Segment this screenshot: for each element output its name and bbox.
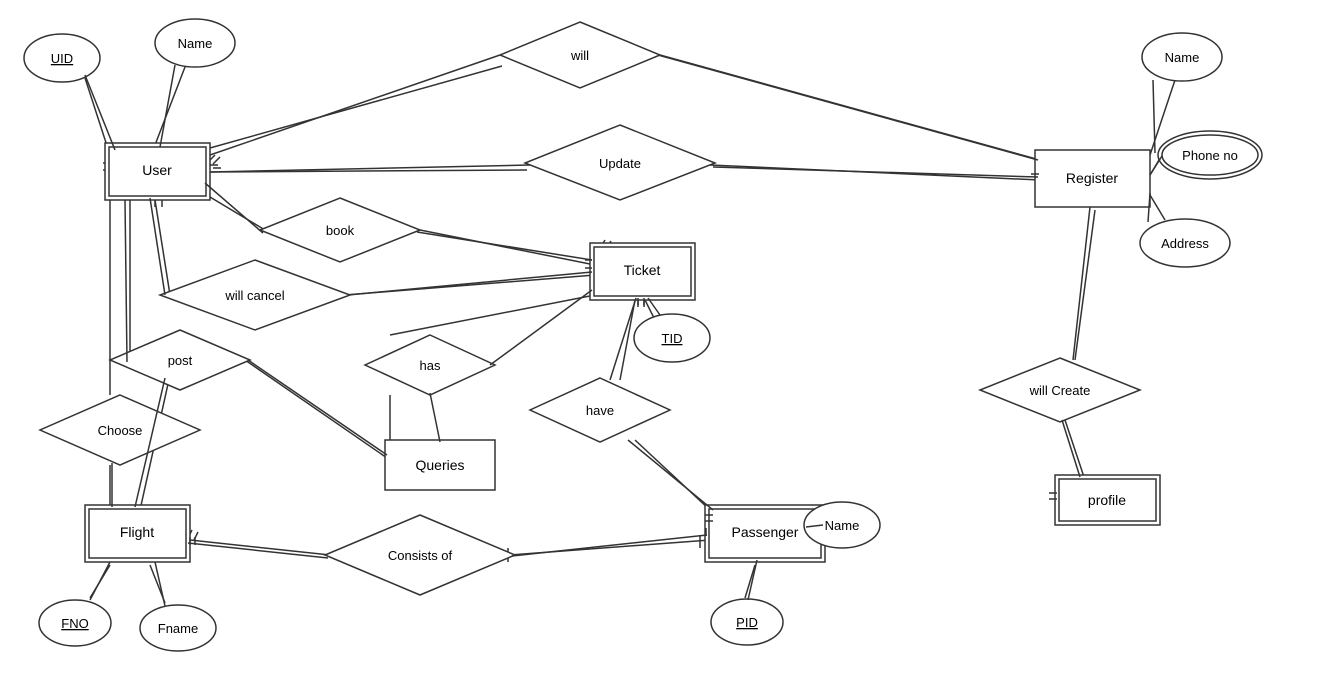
relation-choose: Choose: [40, 395, 200, 465]
entity-register: Register: [1035, 150, 1150, 207]
entity-profile: profile: [1055, 475, 1160, 525]
entity-queries-label: Queries: [415, 457, 464, 473]
attr-user-name-label: Name: [178, 36, 213, 51]
entity-passenger-label: Passenger: [732, 524, 799, 540]
relation-will-label: will: [570, 48, 589, 63]
relation-will-create-label: will Create: [1029, 383, 1091, 398]
attr-reg-name-label: Name: [1165, 50, 1200, 65]
relation-has-label: has: [420, 358, 441, 373]
attr-fname: Fname: [140, 605, 216, 651]
attr-reg-name: Name: [1142, 33, 1222, 81]
attr-phone-no-label: Phone no: [1182, 148, 1238, 163]
relation-post-label: post: [168, 353, 193, 368]
attr-uid: UID: [24, 34, 100, 82]
relation-will-cancel: will cancel: [160, 260, 350, 330]
entity-user: User: [105, 143, 210, 200]
relation-book: book: [260, 198, 420, 262]
relation-will: will: [500, 22, 660, 88]
entity-profile-label: profile: [1088, 492, 1126, 508]
attr-pass-name-label: Name: [825, 518, 860, 533]
attr-tid: TID: [634, 314, 710, 362]
attr-fno: FNO: [39, 600, 111, 646]
relation-choose-label: Choose: [98, 423, 143, 438]
relation-update: Update: [525, 125, 715, 200]
attr-address: Address: [1140, 219, 1230, 267]
relation-has: has: [365, 335, 495, 395]
attr-address-label: Address: [1161, 236, 1209, 251]
attr-pid: PID: [711, 599, 783, 645]
relation-consists-of: Consists of: [325, 515, 515, 595]
relation-have-label: have: [586, 403, 614, 418]
attr-user-name: Name: [155, 19, 235, 67]
entity-ticket: Ticket: [590, 243, 695, 300]
entity-flight-label: Flight: [120, 524, 154, 540]
entity-queries: Queries: [385, 440, 495, 490]
entity-register-label: Register: [1066, 170, 1118, 186]
attr-tid-label: TID: [662, 331, 683, 346]
attr-pid-label: PID: [736, 615, 758, 630]
attr-phone-no: Phone no: [1158, 131, 1262, 179]
entity-flight: Flight: [85, 505, 190, 562]
entity-user-label: User: [142, 162, 172, 178]
relation-will-create: will Create: [980, 358, 1140, 422]
er-diagram-svg: User Ticket Register Flight Passenger: [0, 0, 1343, 696]
relation-book-label: book: [326, 223, 355, 238]
relation-post: post: [110, 330, 250, 390]
entity-ticket-label: Ticket: [624, 262, 661, 278]
relation-will-cancel-label: will cancel: [224, 288, 284, 303]
attr-fname-label: Fname: [158, 621, 198, 636]
er-diagram-container: User Ticket Register Flight Passenger: [0, 0, 1343, 696]
relation-update-label: Update: [599, 156, 641, 171]
attr-fno-label: FNO: [61, 616, 88, 631]
relation-have: have: [530, 378, 670, 442]
attr-uid-label: UID: [51, 51, 73, 66]
relation-consists-of-label: Consists of: [388, 548, 453, 563]
attr-pass-name: Name: [804, 502, 880, 548]
